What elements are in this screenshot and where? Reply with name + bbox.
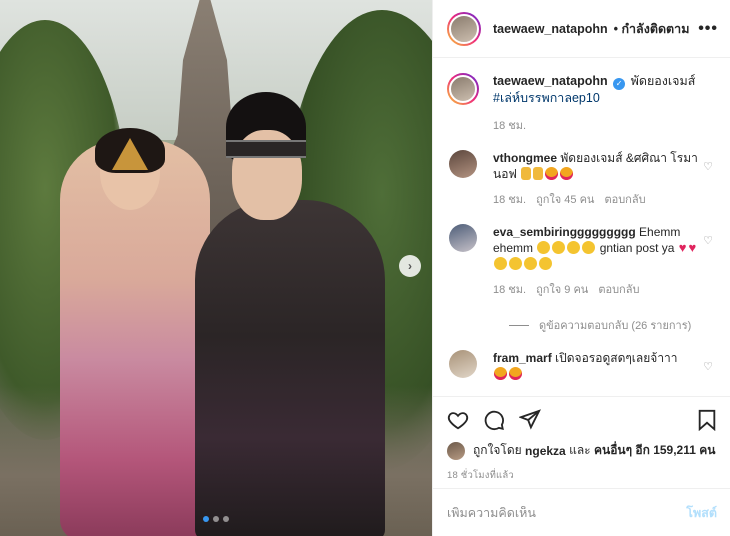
comment-meta: 18 ชม. ถูกใจ 45 คน ตอบกลับ [493, 192, 703, 208]
author-avatar[interactable] [447, 11, 481, 46]
comment-time: 18 ชม. [493, 194, 527, 206]
commenter-avatar[interactable] [449, 224, 477, 252]
verified-badge-icon: ✓ [613, 78, 626, 90]
carousel-dots [0, 516, 432, 522]
chevron-right-icon: › [408, 259, 412, 273]
heart-icon[interactable] [447, 409, 469, 431]
kiss-emoji-icon [539, 257, 552, 270]
heart-eyes-emoji-icon [494, 367, 507, 380]
likes-prefix: ถูกใจโดย [473, 443, 522, 457]
commenter-avatar[interactable] [449, 350, 477, 378]
reply-button[interactable]: ตอบกลับ [598, 282, 639, 298]
caption-author-avatar[interactable] [447, 73, 479, 105]
carousel-dot [223, 516, 229, 522]
view-replies-button[interactable]: ดูข้อความตอบกลับ (26 รายการ) [509, 316, 717, 334]
comment-like-heart-icon[interactable]: ♡ [703, 160, 713, 173]
comment-like-heart-icon[interactable]: ♡ [703, 360, 713, 373]
caption-username[interactable]: taewaew_natapohn [493, 74, 608, 88]
comment-text: เปิดจอรอดูสดๆเลยจ้าาา [555, 351, 678, 365]
comment-likes[interactable]: ถูกใจ 9 คน [536, 282, 588, 298]
post-time-ago: 18 ชั่วโมงที่แล้ว [447, 470, 514, 481]
comment-item: vthongmee พัดยองเจมส์ &ศศิณา โรมานอฟ 18 … [447, 150, 717, 208]
comment-likes[interactable]: ถูกใจ 45 คน [536, 192, 594, 208]
liker-avatar[interactable] [447, 441, 465, 460]
comment-icon[interactable] [483, 409, 505, 431]
comments-list[interactable]: taewaew_natapohn ✓ พัดยองเจมส์ #เล่ห์บรร… [433, 59, 730, 395]
kiss-emoji-icon [537, 241, 551, 254]
carousel-dot-active [203, 516, 209, 522]
commenter-avatar[interactable] [449, 150, 477, 178]
caption-time: 18 ชม. [493, 120, 527, 132]
comment-time: 18 ชม. [493, 284, 527, 296]
post-actions: ถูกใจโดย ngekza และ คนอื่นๆ อีก 159,211 … [433, 396, 730, 483]
comment-meta: 18 ชม. ถูกใจ 9 คน ตอบกลับ [493, 282, 703, 298]
post-comment-button[interactable]: โพสต์ [686, 503, 717, 523]
hands-emoji-icon [533, 167, 544, 180]
comment-text-continued: gntian post ya [599, 241, 675, 255]
comment-like-heart-icon[interactable]: ♡ [703, 234, 713, 247]
carousel-next-button[interactable]: › [399, 255, 421, 277]
caption-text: พัดยองเจมส์ [630, 74, 696, 88]
post-caption: taewaew_natapohn ✓ พัดยองเจมส์ #เล่ห์บรร… [447, 59, 717, 134]
replies-divider-line [509, 324, 529, 326]
kiss-emoji-icon [524, 257, 537, 270]
photo-man-figure [195, 200, 385, 536]
bookmark-icon[interactable] [697, 409, 717, 431]
caption-hashtag[interactable]: #เล่ห์บรรพกาลep10 [493, 91, 600, 105]
post-photo[interactable]: › [0, 0, 432, 536]
heart-eyes-emoji-icon [560, 167, 574, 180]
action-icons-row [447, 407, 717, 433]
kiss-emoji-icon [494, 257, 507, 270]
comment-input[interactable] [447, 505, 687, 520]
post-header: taewaew_natapohn • กำลังติดตาม ••• [433, 0, 730, 58]
add-comment-bar: โพสต์ [433, 488, 730, 536]
comment-item: fram_marf เปิดจอรอดูสดๆเลยจ้าาา ♡ [447, 350, 717, 382]
photo-man-headband [226, 140, 306, 158]
author-username[interactable]: taewaew_natapohn [493, 22, 608, 36]
following-status[interactable]: • กำลังติดตาม [614, 19, 690, 39]
kiss-emoji-icon [552, 241, 566, 254]
post-side-panel: taewaew_natapohn • กำลังติดตาม ••• taewa… [432, 0, 730, 536]
kiss-emoji-icon [582, 241, 596, 254]
heart-eyes-emoji-icon [509, 367, 522, 380]
kiss-emoji-icon [509, 257, 522, 270]
red-heart-emoji-icon: ♥ [678, 240, 687, 255]
share-icon[interactable] [519, 409, 541, 431]
carousel-dot [213, 516, 219, 522]
hands-emoji-icon [521, 167, 532, 180]
commenter-username[interactable]: eva_sembiringgggggggg [493, 225, 636, 239]
likes-others[interactable]: คนอื่นๆ อีก 159,211 คน [594, 441, 716, 460]
likes-conj: และ [569, 443, 591, 457]
more-horizontal-icon[interactable]: ••• [698, 20, 718, 38]
red-heart-emoji-icon: ♥ [688, 240, 697, 255]
reply-button[interactable]: ตอบกลับ [604, 192, 645, 208]
kiss-emoji-icon [567, 241, 581, 254]
heart-eyes-emoji-icon [545, 167, 559, 180]
comment-item: eva_sembiringgggggggg Ehemm ehemm gntian… [447, 224, 717, 298]
likes-summary[interactable]: ถูกใจโดย ngekza และ คนอื่นๆ อีก 159,211 … [447, 441, 717, 460]
commenter-username[interactable]: fram_marf [493, 351, 552, 365]
view-replies-label: ดูข้อความตอบกลับ (26 รายการ) [539, 320, 692, 332]
commenter-username[interactable]: vthongmee [493, 151, 557, 165]
liker-username[interactable]: ngekza [525, 444, 566, 458]
